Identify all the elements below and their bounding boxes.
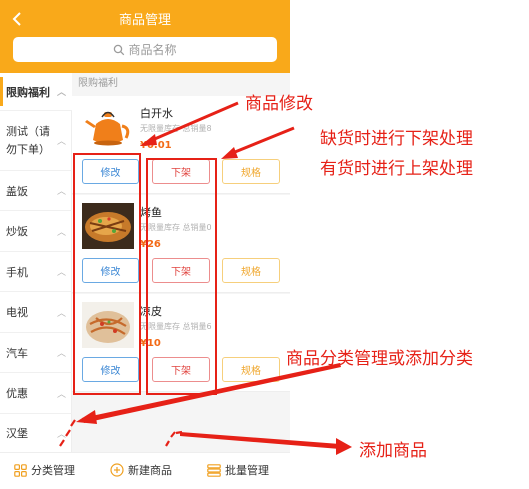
kettle-image: [85, 111, 130, 146]
chevron-down-icon: ︿: [56, 429, 66, 440]
chevron-down-icon: ︿: [56, 389, 66, 400]
spec-button[interactable]: 规格: [222, 159, 280, 184]
product-card: 凉皮 无限量库存 总销量6 ¥10 修改 下架 规格: [72, 294, 290, 392]
search-icon: [114, 44, 125, 55]
edit-button[interactable]: 修改: [82, 357, 139, 382]
category-management-button[interactable]: 分类管理: [14, 462, 75, 478]
list-icon: [207, 463, 221, 477]
edit-button[interactable]: 修改: [82, 258, 139, 283]
spec-button[interactable]: 规格: [222, 258, 280, 283]
chevron-down-icon: ︿: [56, 349, 66, 359]
sidebar-item-dianshi[interactable]: 电视 ︿: [0, 292, 72, 333]
sidebar-item-label: 汽车: [6, 346, 28, 360]
product-price: ¥10: [140, 338, 161, 349]
shelf-annotation-line-1: 缺货时进行下架处理: [320, 129, 473, 149]
chevron-down-icon: ︿: [56, 88, 66, 98]
product-name: 凉皮: [140, 305, 162, 318]
sidebar-item-label: 手机: [6, 265, 28, 279]
category-management-label: 分类管理: [31, 464, 75, 477]
category-annotation: 商品分类管理或添加分类: [286, 349, 473, 369]
search-input[interactable]: 商品名称: [13, 37, 277, 62]
sidebar-item-hanbao[interactable]: 汉堡 ︿: [0, 414, 72, 452]
sidebar-item-label: 优惠: [6, 387, 28, 400]
sidebar-item-qiche[interactable]: 汽车 ︿: [0, 333, 72, 373]
chevron-down-icon: ︿: [56, 137, 66, 147]
product-stock-sales: 无限量库存 总销量8: [140, 124, 212, 133]
search-placeholder: 商品名称: [128, 43, 177, 57]
page-title: 商品管理: [118, 13, 171, 28]
sidebar-item-test[interactable]: 测试（请勿下单） ︿: [0, 111, 72, 171]
new-product-button[interactable]: 新建商品: [110, 462, 172, 478]
grid-icon: [14, 463, 27, 477]
add-product-annotation: 添加商品: [359, 441, 427, 461]
chevron-down-icon: ︿: [56, 227, 66, 238]
sidebar-item-chaofan[interactable]: 炒饭 ︿: [0, 211, 72, 252]
product-price: ¥26: [140, 239, 161, 250]
sidebar-item-label: 电视: [6, 306, 28, 319]
arrow-head: [336, 438, 352, 455]
sidebar-item-shouji[interactable]: 手机 ︿: [0, 252, 72, 292]
sidebar-item-xiangou[interactable]: 限购福利 ︿: [0, 73, 72, 111]
shelf-annotation-line-2: 有货时进行上架处理: [320, 159, 473, 179]
batch-management-label: 批量管理: [225, 464, 269, 477]
edit-button[interactable]: 修改: [82, 159, 139, 184]
product-stock-sales: 无限量库存 总销量0: [140, 223, 212, 232]
sidebar-item-label: 汉堡: [6, 427, 28, 440]
category-sidebar: 限购福利 ︿ 测试（请勿下单） ︿ 盖饭 ︿ 炒饭 ︿ 手机 ︿ 电视 ︿ 汽车…: [0, 73, 72, 452]
product-price: ¥0.01: [140, 140, 172, 151]
take-off-shelf-button[interactable]: 下架: [152, 357, 210, 382]
sidebar-item-gaifan[interactable]: 盖饭 ︿: [0, 171, 72, 211]
grilled-fish-image: [82, 203, 134, 249]
take-off-shelf-button[interactable]: 下架: [152, 258, 210, 283]
new-product-label: 新建商品: [128, 464, 172, 477]
product-name: 白开水: [140, 107, 173, 120]
liangpi-image: [82, 302, 134, 348]
sidebar-item-label: 盖饭: [6, 184, 28, 198]
sidebar-item-label: 炒饭: [6, 225, 28, 238]
product-stock-sales: 无限量库存 总销量6: [140, 322, 212, 331]
screenshot-stage: 商品管理 商品名称 限购福利 ︿ 测试（请勿下单） ︿ 盖饭 ︿ 炒饭 ︿ 手机…: [0, 0, 529, 489]
product-card: 烤鱼 无限量库存 总销量0 ¥26 修改 下架 规格: [72, 195, 290, 293]
bottom-toolbar: 分类管理 新建商品 批量管理: [0, 452, 290, 489]
product-name: 烤鱼: [140, 206, 162, 219]
batch-management-button[interactable]: 批量管理: [207, 462, 269, 478]
plus-circle-icon: [110, 463, 124, 477]
chevron-down-icon: ︿: [56, 187, 66, 197]
sidebar-item-youhui[interactable]: 优惠 ︿: [0, 373, 72, 414]
chevron-down-icon: ︿: [56, 308, 66, 319]
sidebar-item-label: 测试（请勿下单）: [6, 124, 50, 156]
edit-annotation: 商品修改: [245, 94, 313, 114]
mobile-app: 商品管理 商品名称 限购福利 ︿ 测试（请勿下单） ︿ 盖饭 ︿ 炒饭 ︿ 手机…: [0, 0, 290, 489]
sidebar-item-label: 限购福利: [6, 85, 50, 99]
take-off-shelf-button[interactable]: 下架: [152, 159, 210, 184]
spec-button[interactable]: 规格: [222, 357, 280, 382]
app-header: 商品管理 商品名称: [0, 0, 290, 73]
chevron-down-icon: ︿: [56, 268, 66, 278]
